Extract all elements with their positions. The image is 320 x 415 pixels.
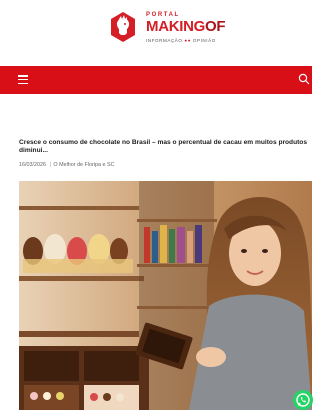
whatsapp-button[interactable] [293,390,313,410]
whatsapp-icon [296,393,310,407]
meta-separator: | [49,162,52,168]
article-date: 16/03/2026 [19,162,46,168]
search-icon[interactable] [298,73,310,85]
article-meta: 16/03/2026 | O Melhor de Floripa e SC [19,162,115,168]
site-logo[interactable]: PORTAL MAKINGOF INFORMAÇÃO ●● OPINIÃO [106,8,230,48]
logo-brand-text: MAKINGOF [146,18,226,35]
site-header: PORTAL MAKINGOF INFORMAÇÃO ●● OPINIÃO [0,0,312,62]
article-author[interactable]: O Melhor de Floripa e SC [53,162,114,168]
hamburger-menu-icon[interactable] [18,75,28,85]
main-navbar [0,66,312,94]
article-hero-image[interactable] [19,181,312,410]
rooster-logo-icon [111,12,135,42]
hero-photo [19,181,312,410]
logo-tagline: INFORMAÇÃO ●● OPINIÃO [146,38,216,43]
article-title[interactable]: Cresce o consumo de chocolate no Brasil … [19,139,309,154]
